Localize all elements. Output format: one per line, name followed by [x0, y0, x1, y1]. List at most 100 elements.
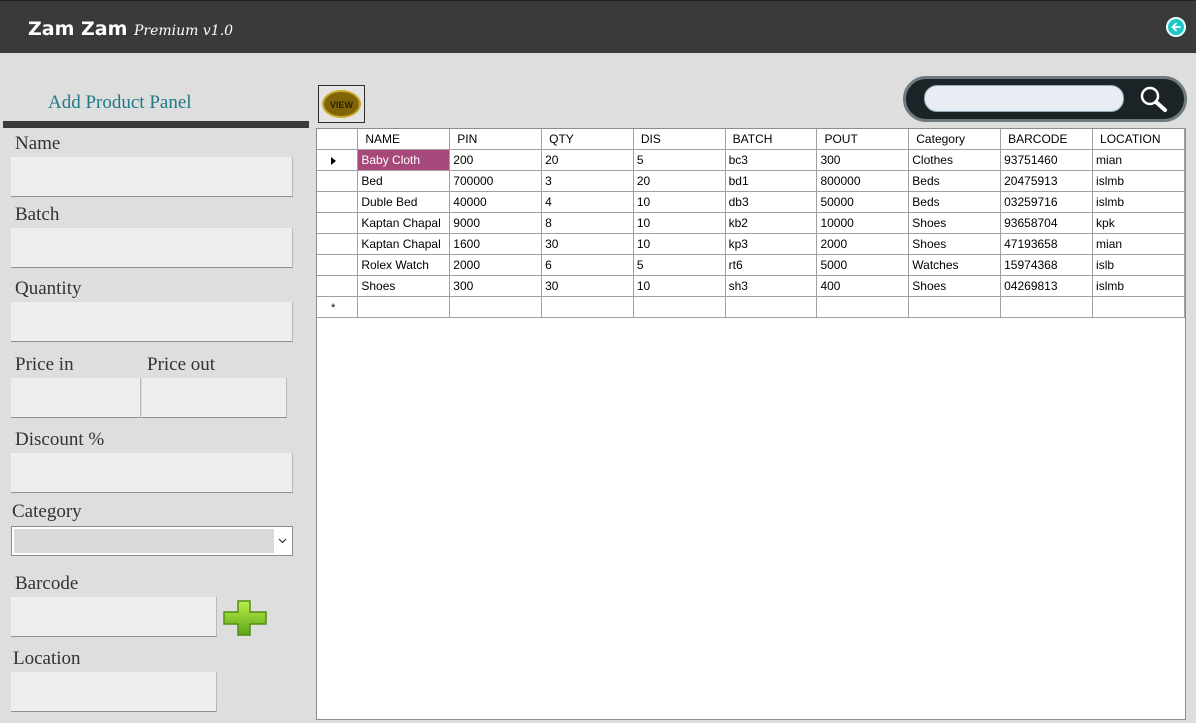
column-header[interactable]: LOCATION — [1092, 129, 1185, 150]
table-cell[interactable]: islmb — [1092, 170, 1185, 192]
table-cell[interactable] — [1092, 296, 1185, 318]
category-select[interactable] — [11, 526, 293, 556]
discount-field[interactable] — [11, 453, 293, 493]
quantity-field[interactable] — [11, 302, 293, 342]
table-cell[interactable] — [908, 296, 1002, 318]
table-cell[interactable]: 3 — [541, 170, 634, 192]
table-row[interactable]: Baby Cloth 200 20 5 bc3 300 Clothes 93751460 mia… — [317, 149, 1185, 171]
table-cell[interactable]: 10 — [633, 212, 726, 234]
table-cell[interactable]: 800000 — [816, 170, 910, 192]
table-cell[interactable]: 30 — [541, 233, 634, 255]
column-header[interactable]: BATCH — [725, 129, 818, 150]
table-cell[interactable]: 15974368 — [1000, 254, 1094, 276]
table-cell[interactable]: Bed — [357, 170, 451, 192]
table-cell[interactable]: Beds — [908, 170, 1002, 192]
price-in-field[interactable] — [11, 378, 141, 418]
table-cell[interactable]: 50000 — [816, 191, 910, 213]
table-cell[interactable]: Duble Bed — [357, 191, 451, 213]
name-field[interactable] — [11, 157, 293, 197]
table-cell[interactable]: Baby Cloth — [357, 149, 451, 171]
table-row[interactable]: Shoes 300 30 10 sh3 400 Shoes 04269813 islmb — [317, 275, 1185, 297]
table-cell[interactable]: 2000 — [816, 233, 910, 255]
row-header[interactable]: * — [317, 296, 359, 318]
table-cell[interactable] — [357, 296, 451, 318]
table-cell[interactable]: Watches — [908, 254, 1002, 276]
table-cell[interactable]: 03259716 — [1000, 191, 1094, 213]
price-out-field[interactable] — [142, 378, 287, 418]
table-cell[interactable]: 10000 — [816, 212, 910, 234]
table-cell[interactable]: Kaptan Chapal — [357, 233, 451, 255]
table-cell[interactable] — [541, 296, 634, 318]
table-cell[interactable]: bd1 — [725, 170, 818, 192]
table-cell[interactable]: islmb — [1092, 275, 1185, 297]
search-input[interactable] — [924, 85, 1124, 112]
barcode-field[interactable] — [11, 597, 217, 637]
location-field[interactable] — [11, 672, 217, 712]
table-cell[interactable] — [1000, 296, 1094, 318]
products-grid[interactable]: NAME PIN QTY DIS BATCH POUT Category BAR… — [316, 128, 1186, 720]
column-header[interactable]: Category — [908, 129, 1002, 150]
table-cell[interactable]: 20475913 — [1000, 170, 1094, 192]
table-cell[interactable]: mian — [1092, 233, 1185, 255]
table-cell[interactable]: mian — [1092, 149, 1185, 171]
table-row[interactable]: Rolex Watch 2000 6 5 rt6 5000 Watches 15974368 i… — [317, 254, 1185, 276]
row-header[interactable] — [317, 170, 359, 192]
table-cell[interactable]: 700000 — [449, 170, 543, 192]
view-button[interactable]: VIEW — [318, 85, 365, 123]
table-cell[interactable]: 1600 — [449, 233, 543, 255]
table-cell[interactable]: 5 — [633, 254, 726, 276]
table-cell[interactable]: 10 — [633, 275, 726, 297]
table-cell[interactable]: 200 — [449, 149, 543, 171]
table-cell[interactable]: Shoes — [908, 275, 1002, 297]
row-header[interactable] — [317, 275, 359, 297]
table-cell[interactable]: 20 — [633, 170, 726, 192]
table-cell[interactable]: 30 — [541, 275, 634, 297]
table-cell[interactable]: Clothes — [908, 149, 1002, 171]
table-cell[interactable]: 20 — [541, 149, 634, 171]
table-cell[interactable]: 300 — [449, 275, 543, 297]
table-cell[interactable]: 9000 — [449, 212, 543, 234]
table-cell[interactable]: Rolex Watch — [357, 254, 451, 276]
table-cell[interactable]: Kaptan Chapal — [357, 212, 451, 234]
table-cell[interactable]: 300 — [816, 149, 910, 171]
table-cell[interactable]: 10 — [633, 191, 726, 213]
row-header[interactable] — [317, 254, 359, 276]
table-cell[interactable]: 40000 — [449, 191, 543, 213]
table-cell[interactable]: 2000 — [449, 254, 543, 276]
column-header[interactable]: QTY — [541, 129, 634, 150]
table-cell[interactable]: 4 — [541, 191, 634, 213]
table-cell[interactable]: db3 — [725, 191, 818, 213]
table-row[interactable]: Bed 700000 3 20 bd1 800000 Beds 20475913 islmb — [317, 170, 1185, 192]
table-cell[interactable]: Shoes — [357, 275, 451, 297]
table-cell[interactable]: 10 — [633, 233, 726, 255]
table-cell[interactable]: 400 — [816, 275, 910, 297]
table-row[interactable]: Kaptan Chapal 1600 30 10 kp3 2000 Shoes 4719365… — [317, 233, 1185, 255]
table-cell[interactable] — [725, 296, 818, 318]
table-cell[interactable]: Shoes — [908, 233, 1002, 255]
table-cell[interactable]: islmb — [1092, 191, 1185, 213]
column-header[interactable]: PIN — [449, 129, 543, 150]
table-cell[interactable]: Beds — [908, 191, 1002, 213]
column-header[interactable]: DIS — [633, 129, 726, 150]
table-cell[interactable]: kb2 — [725, 212, 818, 234]
table-row[interactable]: Duble Bed 40000 4 10 db3 50000 Beds 03259716 isl… — [317, 191, 1185, 213]
table-cell[interactable]: kpk — [1092, 212, 1185, 234]
row-header[interactable] — [317, 212, 359, 234]
table-cell[interactable]: sh3 — [725, 275, 818, 297]
table-cell[interactable]: bc3 — [725, 149, 818, 171]
column-header[interactable]: BARCODE — [1000, 129, 1094, 150]
table-cell[interactable]: rt6 — [725, 254, 818, 276]
table-cell[interactable]: kp3 — [725, 233, 818, 255]
new-row[interactable]: * — [317, 296, 1185, 318]
table-cell[interactable] — [816, 296, 910, 318]
table-cell[interactable]: 04269813 — [1000, 275, 1094, 297]
table-cell[interactable] — [633, 296, 726, 318]
magnifier-icon[interactable] — [1138, 84, 1170, 114]
green-plus-icon[interactable] — [222, 599, 268, 637]
table-cell[interactable]: 5000 — [816, 254, 910, 276]
row-header[interactable] — [317, 191, 359, 213]
table-row[interactable]: Kaptan Chapal 9000 8 10 kb2 10000 Shoes 9365870… — [317, 212, 1185, 234]
table-cell[interactable] — [449, 296, 543, 318]
table-cell[interactable]: Shoes — [908, 212, 1002, 234]
back-arrow-icon[interactable] — [1166, 17, 1186, 37]
